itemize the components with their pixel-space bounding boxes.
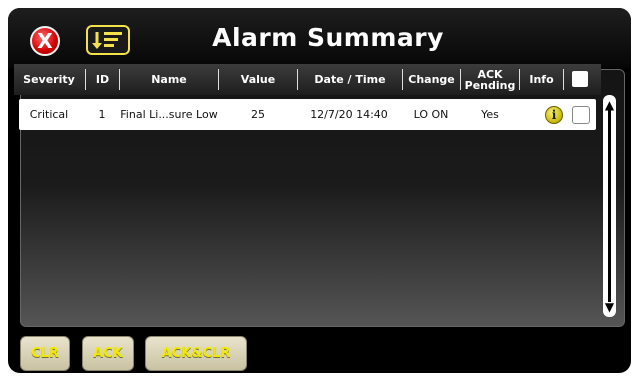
page-title: Alarm Summary xyxy=(212,23,444,52)
column-header-id[interactable]: ID xyxy=(86,64,119,95)
sort-icon xyxy=(92,32,122,49)
column-header-change[interactable]: Change xyxy=(403,64,460,95)
ack-pending-line2: Pending xyxy=(464,78,516,92)
title-bar: X Alarm Summary xyxy=(8,8,631,68)
column-header-name[interactable]: Name xyxy=(120,64,218,95)
scroll-track[interactable] xyxy=(608,110,611,302)
sort-button[interactable] xyxy=(86,25,130,55)
info-icon[interactable]: i xyxy=(545,106,563,124)
table-row[interactable]: Critical 1 Final Li...sure Low 25 12/7/2… xyxy=(19,99,596,130)
table-header: Severity ID Name Value Date / Time Chang… xyxy=(14,64,601,95)
column-header-value[interactable]: Value xyxy=(219,64,297,95)
acknowledge-button[interactable]: ACK xyxy=(82,336,134,371)
column-header-severity[interactable]: Severity xyxy=(14,64,84,95)
acknowledge-and-clear-button[interactable]: ACK&CLR xyxy=(145,336,247,371)
clear-button[interactable]: CLR xyxy=(20,336,70,371)
close-button[interactable]: X xyxy=(30,26,60,56)
cell-id: 1 xyxy=(98,108,106,121)
column-header-ack-pending[interactable]: ACK Pending xyxy=(461,64,519,95)
info-glyph: i xyxy=(551,108,557,122)
ack-pending-line1: ACK xyxy=(477,67,503,81)
select-all-checkbox[interactable] xyxy=(572,71,588,87)
cell-change: LO ON xyxy=(413,108,449,121)
alarm-screen: X Alarm Summary xyxy=(8,8,631,373)
cell-severity: Critical xyxy=(29,108,69,121)
column-header-date-time[interactable]: Date / Time xyxy=(298,64,402,95)
cell-ack-pending: Yes xyxy=(481,108,499,121)
column-divider xyxy=(563,69,564,90)
cell-date-time: 12/7/20 14:40 xyxy=(310,108,388,121)
cell-name: Final Li...sure Low xyxy=(120,108,218,121)
row-select-checkbox[interactable] xyxy=(572,106,590,124)
close-icon: X xyxy=(37,29,53,53)
column-header-info[interactable]: Info xyxy=(520,64,563,95)
scroll-down-icon[interactable]: ▼ xyxy=(603,300,616,314)
vertical-scrollbar[interactable]: ▲ ▼ xyxy=(603,95,616,317)
cell-value: 25 xyxy=(251,108,265,121)
